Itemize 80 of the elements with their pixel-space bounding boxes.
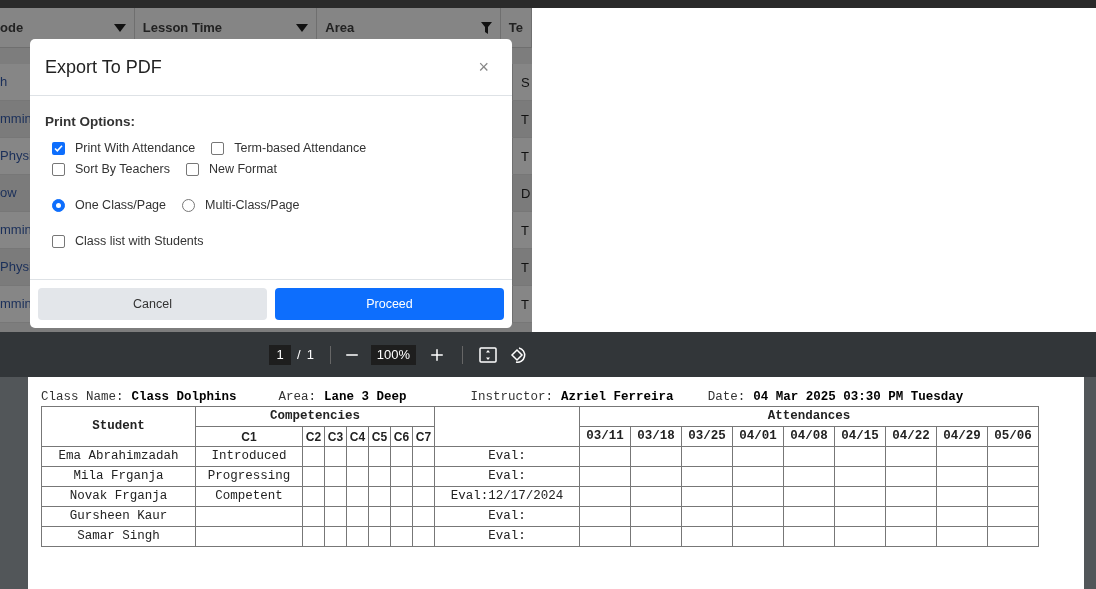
- column-header: C1: [195, 426, 303, 447]
- checkbox[interactable]: [185, 163, 199, 177]
- column-header: Attendances: [579, 406, 1039, 427]
- table-cell-text: h: [0, 73, 8, 92]
- close-button[interactable]: ×: [470, 53, 497, 81]
- column-header: Student: [41, 406, 196, 447]
- student-name: Samar Singh: [77, 529, 160, 544]
- column-header: 03/11: [579, 426, 631, 447]
- column-header: 04/01: [732, 426, 784, 447]
- section-heading: Print Options:: [45, 113, 136, 131]
- radio-button[interactable]: [52, 199, 65, 213]
- column-header: Area: [325, 18, 355, 37]
- column-header: 04/15: [834, 426, 886, 447]
- column-header: 03/18: [630, 426, 682, 447]
- checkbox[interactable]: [211, 142, 225, 156]
- checkbox-label: Sort By Teachers: [75, 161, 170, 179]
- table-cell: T: [521, 223, 529, 238]
- field-label: Class Name:: [41, 389, 124, 407]
- table-cell: S: [521, 75, 530, 90]
- column-header: ode: [0, 18, 24, 37]
- competency-level: Introduced: [211, 449, 287, 464]
- table-cell-text: ow: [0, 184, 17, 203]
- table-cell: T: [521, 260, 529, 275]
- column-header: C2: [302, 426, 325, 447]
- table-cell: T: [521, 112, 529, 127]
- competency-level: Competent: [215, 489, 283, 504]
- field-label: Instructor:: [470, 389, 554, 407]
- caret-icon[interactable]: [113, 23, 126, 32]
- checkbox[interactable]: [52, 235, 65, 249]
- field-value: Lane 3 Deep: [324, 389, 407, 407]
- radio-label: Multi-Class/Page: [205, 197, 300, 215]
- column-header: C4: [346, 426, 369, 447]
- radio-label: One Class/Page: [75, 197, 167, 215]
- checkbox-label: New Format: [208, 161, 278, 179]
- radio-button[interactable]: [182, 199, 196, 213]
- checkbox[interactable]: [52, 163, 65, 177]
- student-name: Mila Frganja: [73, 469, 164, 484]
- page-separator: /: [297, 345, 301, 364]
- table-cell: D: [521, 186, 531, 201]
- dialog-title: Export To PDF: [45, 55, 162, 79]
- competency-level: Progressing: [207, 469, 291, 484]
- caret-icon[interactable]: [296, 23, 309, 32]
- column-header: Te: [508, 18, 523, 37]
- proceed-button[interactable]: Proceed: [275, 288, 504, 320]
- page-number-field[interactable]: 1: [269, 344, 291, 365]
- field-label: Area:: [278, 389, 317, 407]
- page-total: 1: [306, 345, 314, 364]
- column-header: 03/25: [681, 426, 733, 447]
- evaluation-date: Eval:12/17/2024: [450, 489, 564, 504]
- table-cell: T: [521, 149, 529, 164]
- checkbox-label: Class list with Students: [75, 233, 204, 251]
- student-name: Ema Abrahimzadah: [58, 449, 179, 464]
- student-name: Gursheen Kaur: [69, 509, 168, 524]
- column-header: Lesson Time: [142, 18, 223, 37]
- student-name: Novak Frganja: [69, 489, 168, 504]
- column-header: 04/08: [783, 426, 835, 447]
- zoom-field[interactable]: 100%: [370, 344, 417, 365]
- filter-icon[interactable]: [480, 21, 492, 34]
- checkbox-label: Print With Attendance: [75, 140, 196, 158]
- evaluation-date: Eval:: [488, 469, 526, 484]
- column-header: C3: [324, 426, 347, 447]
- field-label: Date:: [707, 389, 746, 407]
- column-header: Competencies: [195, 406, 435, 427]
- field-value: 04 Mar 2025 03:30 PM Tuesday: [753, 389, 964, 407]
- column-header: 05/06: [987, 426, 1039, 447]
- column-header: 04/22: [885, 426, 937, 447]
- column-header: C6: [390, 426, 413, 447]
- evaluation-date: Eval:: [488, 529, 526, 544]
- table-cell: T: [521, 297, 529, 312]
- checkbox[interactable]: [52, 142, 65, 156]
- evaluation-date: Eval:: [488, 449, 526, 464]
- fit-page-icon[interactable]: [479, 346, 498, 363]
- rotate-icon[interactable]: [509, 345, 528, 364]
- field-value: Azriel Ferreira: [561, 389, 674, 407]
- checkbox-label: Term-based Attendance: [234, 140, 367, 158]
- column-header: C5: [368, 426, 391, 447]
- column-header: 04/29: [936, 426, 988, 447]
- field-value: Class Dolphins: [131, 389, 237, 407]
- cancel-button[interactable]: Cancel: [38, 288, 267, 320]
- evaluation-date: Eval:: [488, 509, 526, 524]
